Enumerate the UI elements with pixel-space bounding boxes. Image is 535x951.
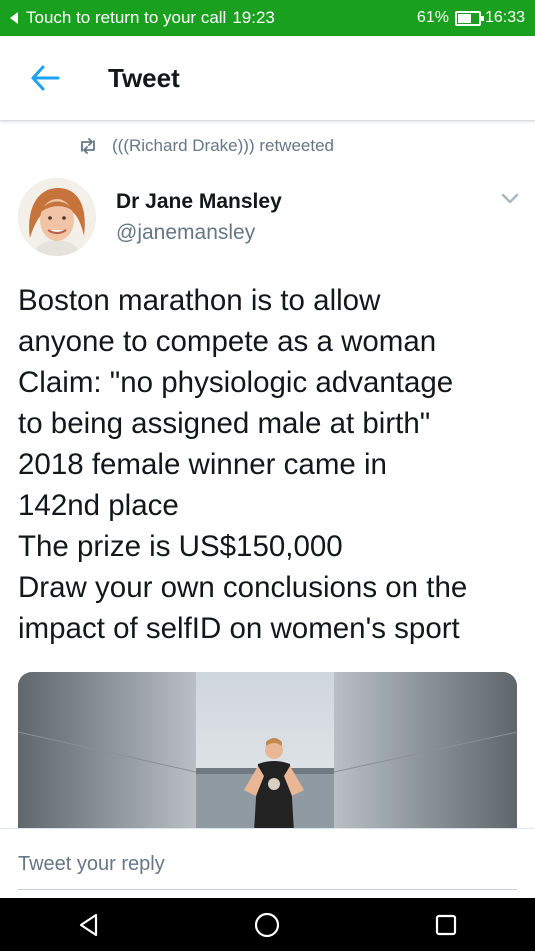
- tweet-line: Draw your own conclusions on the: [18, 571, 468, 604]
- author-handle[interactable]: @janemansley: [116, 221, 255, 245]
- avatar[interactable]: [18, 178, 96, 256]
- retweet-context[interactable]: (((Richard Drake))) retweeted: [78, 136, 334, 156]
- return-to-call-text[interactable]: Touch to return to your call: [26, 8, 226, 28]
- reply-input[interactable]: Tweet your reply: [18, 853, 165, 876]
- tweet-line: 2018 female winner came in: [18, 448, 387, 481]
- battery-percent: 61%: [416, 9, 449, 26]
- author-name[interactable]: Dr Jane Mansley: [116, 190, 282, 214]
- tweet-line: impact of selfID on women's sport: [18, 612, 460, 645]
- call-time: 19:23: [232, 8, 275, 27]
- chevron-down-icon[interactable]: [499, 190, 521, 208]
- arrow-left-icon[interactable]: [26, 59, 64, 97]
- status-right: 61% 16:33: [417, 9, 525, 27]
- tweet-line: Boston marathon is to allow: [18, 284, 381, 317]
- tweet-line: 142nd place: [18, 489, 179, 522]
- app-header: Tweet: [0, 36, 535, 121]
- retweet-icon: [81, 138, 95, 154]
- tweet-text: Boston marathon is to allow anyone to co…: [18, 280, 523, 649]
- clock: 16:33: [484, 9, 525, 26]
- nav-back-icon[interactable]: [69, 905, 109, 945]
- retweet-label: (((Richard Drake))) retweeted: [112, 136, 334, 155]
- nav-recents-icon[interactable]: [426, 905, 466, 945]
- reply-underline: [18, 889, 517, 890]
- reply-bar: Tweet your reply: [0, 828, 535, 899]
- tweet-line: anyone to compete as a woman: [18, 325, 437, 358]
- tweet-line: to being assigned male at birth": [18, 407, 431, 440]
- tweet-media-image[interactable]: [18, 672, 517, 832]
- status-bar[interactable]: Touch to return to your call 19:23 61% 1…: [0, 0, 535, 36]
- nav-home-icon[interactable]: [247, 905, 287, 945]
- android-nav-bar: [0, 898, 535, 951]
- tweet-line: Claim: "no physiologic advantage: [18, 366, 454, 399]
- battery-icon: [454, 10, 484, 26]
- page-title: Tweet: [108, 62, 180, 93]
- tweet-line: The prize is US$150,000: [18, 530, 343, 563]
- return-call-icon: [10, 12, 18, 24]
